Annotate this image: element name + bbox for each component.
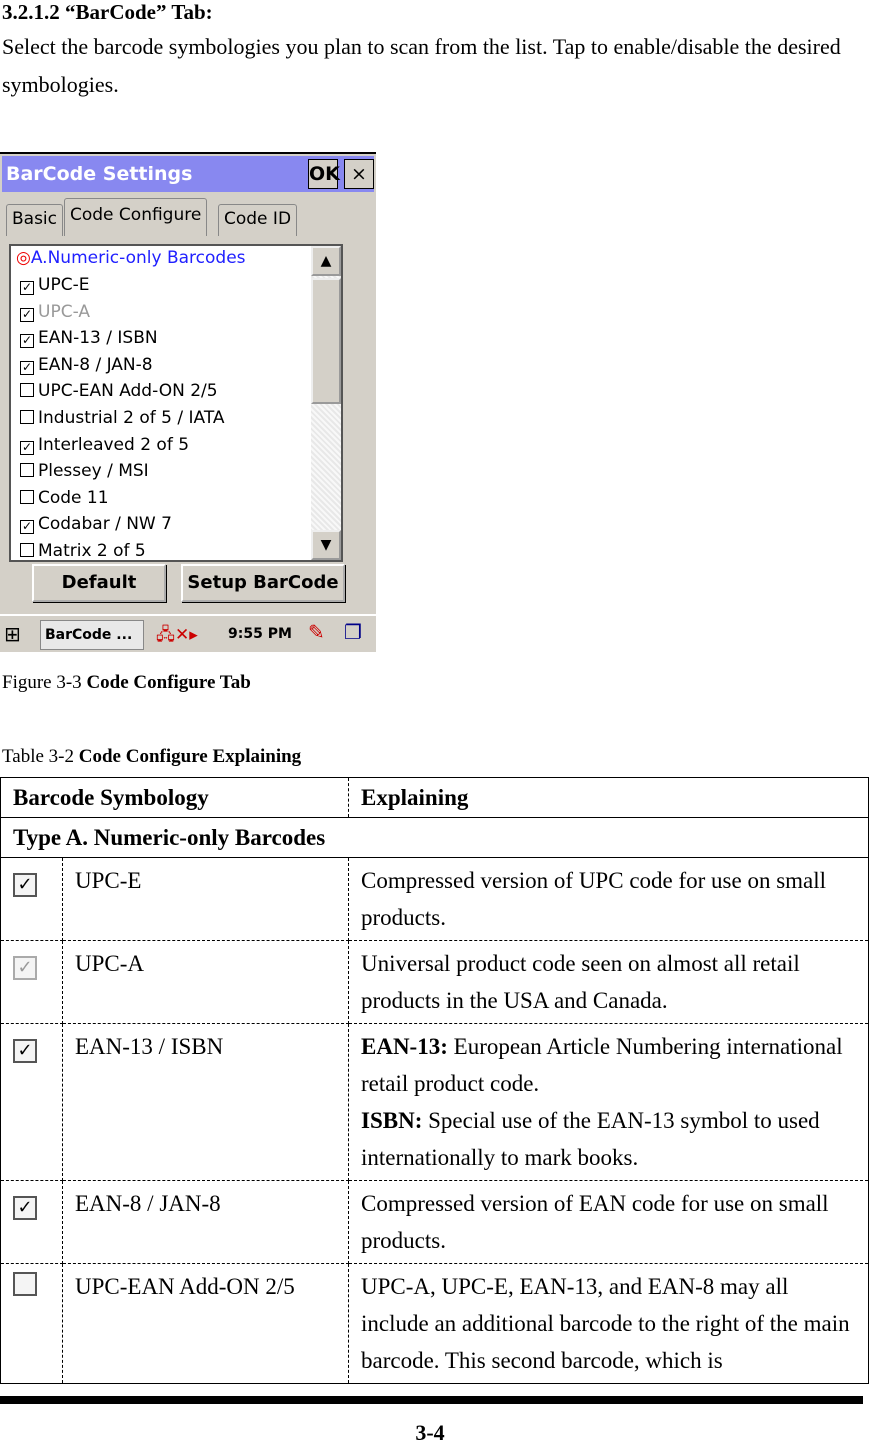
table-row: ✓ EAN-13 / ISBN EAN-13: European Article N… <box>0 1023 869 1181</box>
network-icon[interactable]: 🖧✕▸ <box>156 622 198 651</box>
table-header-row: Barcode Symbology Explaining <box>0 777 869 818</box>
input-panel-icon[interactable]: ✎ <box>308 620 325 644</box>
tab-code-configure[interactable]: Code Configure <box>64 198 208 236</box>
checkbox[interactable] <box>20 543 34 557</box>
tab-basic[interactable]: Basic <box>6 204 64 236</box>
header-explaining: Explaining <box>348 777 869 818</box>
intro-paragraph: Select the barcode symbologies you plan … <box>2 34 841 97</box>
checkbox[interactable] <box>20 383 34 398</box>
scroll-down-button[interactable]: ▼ <box>311 530 341 560</box>
checkbox-icon: ✓ <box>13 873 37 897</box>
checkbox-icon <box>13 1272 37 1296</box>
clock: 9:55 PM <box>228 626 292 642</box>
default-button[interactable]: Default <box>32 564 166 602</box>
symbology-name: EAN-13 / ISBN <box>62 1023 349 1181</box>
ok-button[interactable]: OK <box>308 159 340 189</box>
taskbar: ⊞ BarCode ... 🖧✕▸ 9:55 PM ✎ ❐ <box>0 614 376 652</box>
explaining-cell: Compressed version of EAN code for use o… <box>348 1180 869 1264</box>
page-number: 3-4 <box>415 1420 445 1445</box>
list-item[interactable]: ✓ UPC-A <box>20 302 90 328</box>
checkbox-icon: ✓ <box>13 1039 37 1063</box>
explaining-cell: Universal product code seen on almost al… <box>348 940 869 1024</box>
symbology-name: EAN-8 / JAN-8 <box>62 1180 349 1264</box>
table-row: UPC-EAN Add-ON 2/5 UPC-A, UPC-E, EAN-13, … <box>0 1263 869 1384</box>
list-item[interactable]: Industrial 2 of 5 / IATA <box>20 408 225 434</box>
checkbox[interactable]: ✓ <box>20 440 34 455</box>
checkbox-icon: ✓ <box>13 1196 37 1220</box>
group-header: ◎A.Numeric-only Barcodes <box>16 248 246 268</box>
checkbox[interactable]: ✓ <box>20 334 34 349</box>
explaining-cell: UPC-A, UPC-E, EAN-13, and EAN-8 may all … <box>348 1263 869 1384</box>
explaining-cell: Compressed version of UPC code for use o… <box>348 857 869 941</box>
checkbox[interactable]: ✓ <box>20 281 34 295</box>
title-bar: BarCode Settings OK × <box>2 156 374 192</box>
taskbar-app-button[interactable]: BarCode ... <box>40 620 144 650</box>
figure-caption: Figure 3-3 Code Configure Tab <box>2 672 251 693</box>
checkbox[interactable] <box>20 463 34 478</box>
explaining-cell: EAN-13: European Article Numbering inter… <box>348 1023 869 1181</box>
setup-barcode-button[interactable]: Setup BarCode <box>181 564 345 602</box>
scroll-up-button[interactable]: ▲ <box>311 246 341 276</box>
scrollbar[interactable]: ▲ ▼ <box>311 246 341 560</box>
close-button[interactable]: × <box>344 159 374 189</box>
symbology-name: UPC-E <box>62 857 349 941</box>
target-icon: ◎ <box>16 248 31 268</box>
footer-rule <box>0 1396 863 1404</box>
checkbox[interactable]: ✓ <box>20 307 34 322</box>
list-item[interactable]: ✓ EAN-8 / JAN-8 <box>20 355 153 381</box>
table-caption: Table 3-2 Code Configure Explaining <box>2 746 302 767</box>
desktop-icon[interactable]: ❐ <box>344 620 362 644</box>
scroll-thumb[interactable] <box>311 278 341 404</box>
section-heading: 3.2.1.2 “BarCode” Tab: <box>2 0 213 24</box>
table-row: ✓ UPC-A Universal product code seen on alm… <box>0 940 869 1024</box>
checkbox[interactable]: ✓ <box>20 520 34 535</box>
list-item[interactable]: Matrix 2 of 5 <box>20 541 146 560</box>
list-item[interactable]: ✓ EAN-13 / ISBN <box>20 328 158 354</box>
start-icon[interactable]: ⊞ <box>4 622 21 646</box>
checkbox[interactable] <box>20 489 34 504</box>
symbology-name: UPC-EAN Add-ON 2/5 <box>62 1263 349 1384</box>
symbology-name: UPC-A <box>62 940 349 1024</box>
list-item[interactable]: UPC-EAN Add-ON 2/5 <box>20 381 218 407</box>
checkbox[interactable] <box>20 410 34 424</box>
tab-code-id[interactable]: Code ID <box>218 204 298 236</box>
window-title: BarCode Settings <box>6 163 193 185</box>
list-item[interactable]: Plessey / MSI <box>20 461 149 487</box>
symbology-list: ◎A.Numeric-only Barcodes ▲ ▼ ✓ UPC-E ✓ UPC-… <box>9 244 343 562</box>
group-row: Type A. Numeric-only Barcodes <box>0 817 869 858</box>
code-configure-table: Barcode Symbology Explaining Type A. Nume… <box>0 777 869 1384</box>
checkbox[interactable]: ✓ <box>20 360 34 375</box>
table-row: ✓ EAN-8 / JAN-8 Compressed version of EAN … <box>0 1180 869 1264</box>
table-row: ✓ UPC-E Compressed version of UPC code for… <box>0 857 869 941</box>
header-symbology: Barcode Symbology <box>0 777 349 818</box>
list-item[interactable]: ✓ Codabar / NW 7 <box>20 514 172 540</box>
barcode-settings-screenshot: BarCode Settings OK × Basic Code Configu… <box>0 152 376 652</box>
list-item[interactable]: ✓ UPC-E <box>20 275 89 301</box>
list-item[interactable]: Code 11 <box>20 488 109 514</box>
list-item[interactable]: ✓ Interleaved 2 of 5 <box>20 435 189 461</box>
checkbox-icon: ✓ <box>13 956 37 980</box>
